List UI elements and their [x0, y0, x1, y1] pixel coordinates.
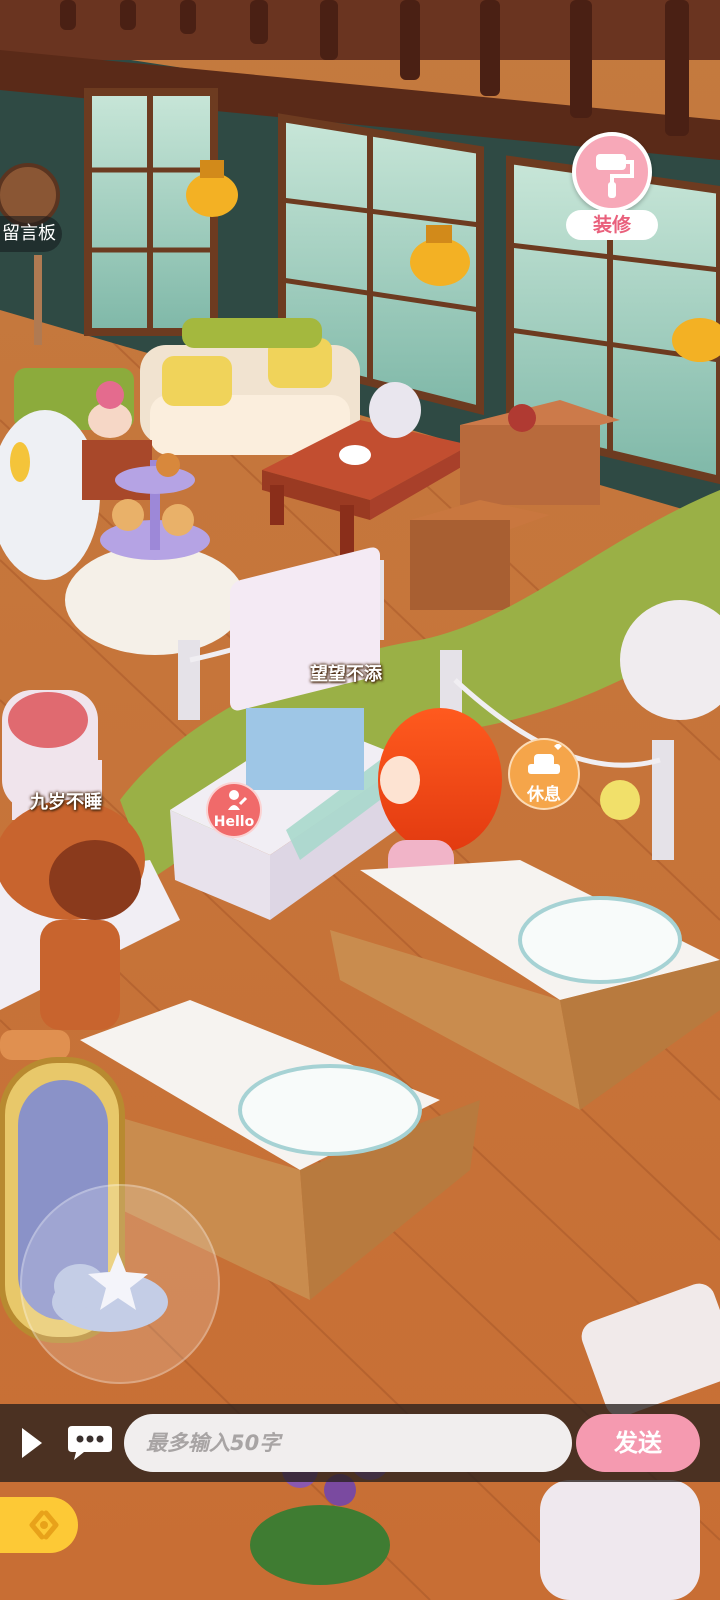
exit-button[interactable] — [0, 1497, 78, 1553]
player-name-tag: 望望不添 — [310, 664, 382, 685]
message-board-label[interactable]: 留言板 — [0, 216, 62, 252]
decorate-button[interactable]: 装修 — [566, 132, 658, 242]
exit-arrow-icon — [29, 1510, 59, 1540]
armchair-icon — [528, 744, 562, 774]
speech-bubble-icon — [68, 1426, 112, 1460]
hello-button[interactable]: Hello — [206, 782, 262, 838]
decorate-button-bg — [572, 132, 652, 212]
play-triangle-icon — [22, 1428, 42, 1458]
chat-emote-button[interactable] — [66, 1422, 114, 1462]
cloud-star-icon — [52, 1252, 168, 1332]
player-name-tag: 九岁不睡 — [30, 792, 102, 813]
rest-button[interactable]: 休息 — [508, 738, 580, 810]
play-button[interactable] — [18, 1426, 46, 1460]
hello-label: Hello — [213, 814, 255, 830]
send-button[interactable]: 发送 — [576, 1414, 700, 1472]
movement-joystick[interactable] — [20, 1184, 220, 1384]
rest-label: 休息 — [527, 785, 561, 805]
chat-input[interactable] — [124, 1414, 572, 1472]
chat-bar: 发送 — [0, 1404, 720, 1482]
decorate-label: 装修 — [566, 210, 658, 240]
paint-roller-icon — [596, 154, 634, 198]
